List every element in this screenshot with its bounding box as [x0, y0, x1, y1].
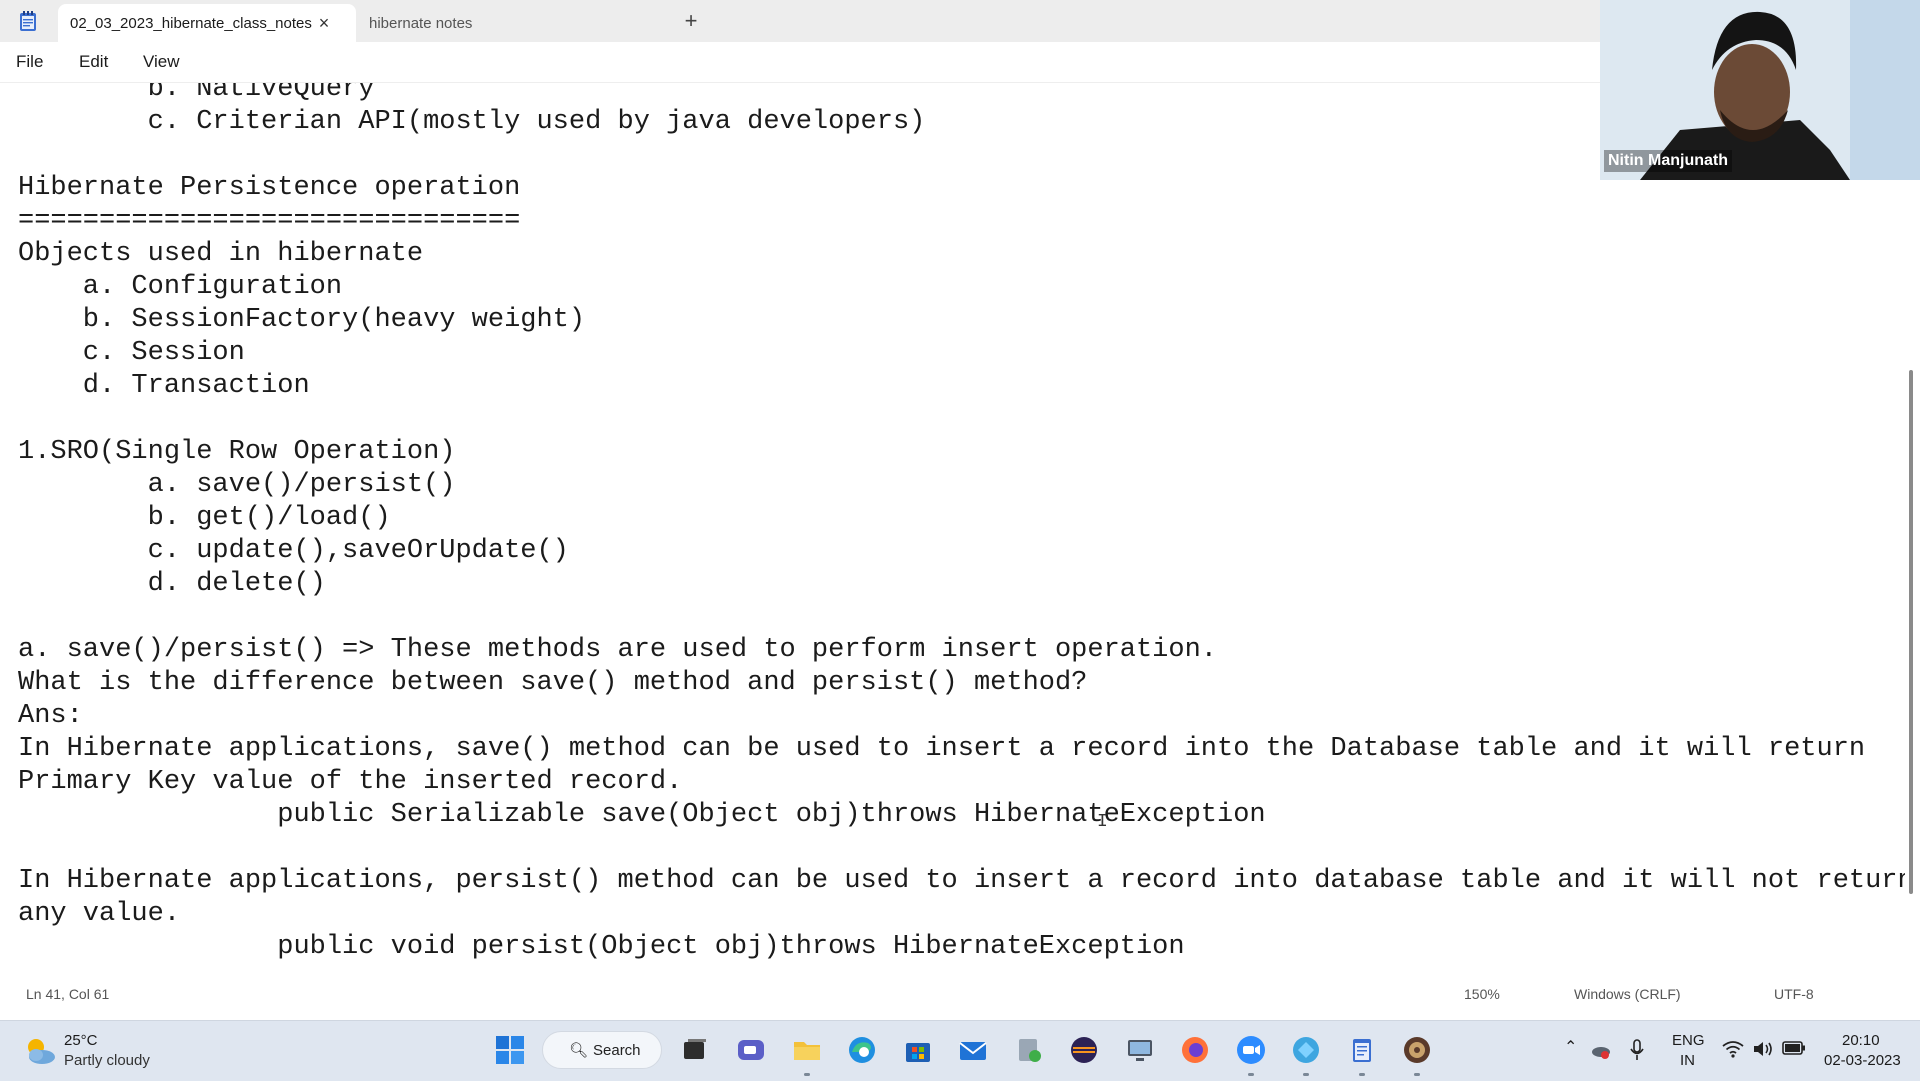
weather-partly-cloudy-icon[interactable]: [22, 1033, 58, 1069]
menu-edit[interactable]: Edit: [79, 52, 108, 72]
participant-name: Nitin Manjunath: [1604, 150, 1732, 172]
editor-text[interactable]: b. NativeQuery c. Criterian API(mostly u…: [18, 83, 1905, 964]
game-icon[interactable]: [1401, 1034, 1433, 1066]
clock-date[interactable]: 02-03-2023: [1824, 1052, 1901, 1069]
chevron-up-icon[interactable]: ⌃: [1564, 1037, 1577, 1057]
file-transfer-icon[interactable]: [1013, 1034, 1045, 1066]
running-indicator: [1248, 1073, 1254, 1076]
webcam-video: Nitin Manjunath: [1600, 0, 1920, 180]
vpn-icon[interactable]: [1290, 1034, 1322, 1066]
status-bar: Ln 41, Col 61 150% Windows (CRLF) UTF-8: [0, 986, 1920, 1004]
new-tab-button[interactable]: +: [678, 8, 704, 34]
eclipse-icon[interactable]: [1068, 1034, 1100, 1066]
search-label: Search: [593, 1042, 641, 1059]
line-ending[interactable]: Windows (CRLF): [1574, 986, 1681, 1002]
clock-time[interactable]: 20:10: [1842, 1032, 1880, 1049]
running-indicator: [1303, 1073, 1309, 1076]
language-indicator-region[interactable]: IN: [1680, 1052, 1695, 1069]
tab-active-label: 02_03_2023_hibernate_class_notes: [70, 14, 312, 32]
microphone-icon[interactable]: [1629, 1038, 1645, 1062]
running-indicator: [1414, 1073, 1420, 1076]
encoding[interactable]: UTF-8: [1774, 986, 1814, 1002]
cursor-position: Ln 41, Col 61: [26, 986, 110, 1002]
menu-file[interactable]: File: [16, 52, 43, 72]
file-explorer-icon[interactable]: [791, 1034, 823, 1066]
zoom-level[interactable]: 150%: [1464, 986, 1500, 1002]
taskbar-search[interactable]: 🔍︎ Search: [542, 1031, 662, 1069]
remote-desktop-icon[interactable]: [1124, 1034, 1156, 1066]
tab-active[interactable]: 02_03_2023_hibernate_class_notes ×: [58, 4, 356, 42]
weather-temperature[interactable]: 25°C: [64, 1032, 98, 1049]
tab-inactive-label: hibernate notes: [369, 14, 473, 32]
task-view-icon[interactable]: [679, 1034, 711, 1066]
language-indicator-primary[interactable]: ENG: [1672, 1032, 1705, 1049]
zoom-icon[interactable]: [1235, 1034, 1267, 1066]
weather-condition[interactable]: Partly cloudy: [64, 1052, 150, 1069]
running-indicator: [804, 1073, 810, 1076]
running-indicator: [1359, 1073, 1365, 1076]
mail-icon[interactable]: [957, 1034, 989, 1066]
vertical-scrollbar[interactable]: [1909, 370, 1913, 894]
wifi-icon[interactable]: [1722, 1039, 1744, 1059]
store-icon[interactable]: [902, 1034, 934, 1066]
tab-inactive[interactable]: hibernate notes: [357, 4, 657, 42]
i-beam-cursor-icon: I: [1097, 812, 1108, 832]
editor-area[interactable]: b. NativeQuery c. Criterian API(mostly u…: [0, 83, 1905, 968]
close-tab-icon[interactable]: ×: [314, 13, 334, 33]
windows-start-icon[interactable]: [494, 1034, 526, 1066]
taskbar: 25°C Partly cloudy 🔍︎ Search ⌃ ENG IN 20…: [0, 1020, 1920, 1081]
onedrive-icon[interactable]: [1590, 1039, 1612, 1061]
battery-icon[interactable]: [1782, 1040, 1806, 1056]
notepad-app-icon: [20, 11, 36, 31]
firefox-icon[interactable]: [1179, 1034, 1211, 1066]
menu-view[interactable]: View: [143, 52, 180, 72]
teams-chat-icon[interactable]: [735, 1034, 767, 1066]
notepad-icon[interactable]: [1346, 1034, 1378, 1066]
volume-icon[interactable]: [1752, 1039, 1774, 1059]
edge-icon[interactable]: [846, 1034, 878, 1066]
search-icon: 🔍︎: [569, 1042, 589, 1059]
